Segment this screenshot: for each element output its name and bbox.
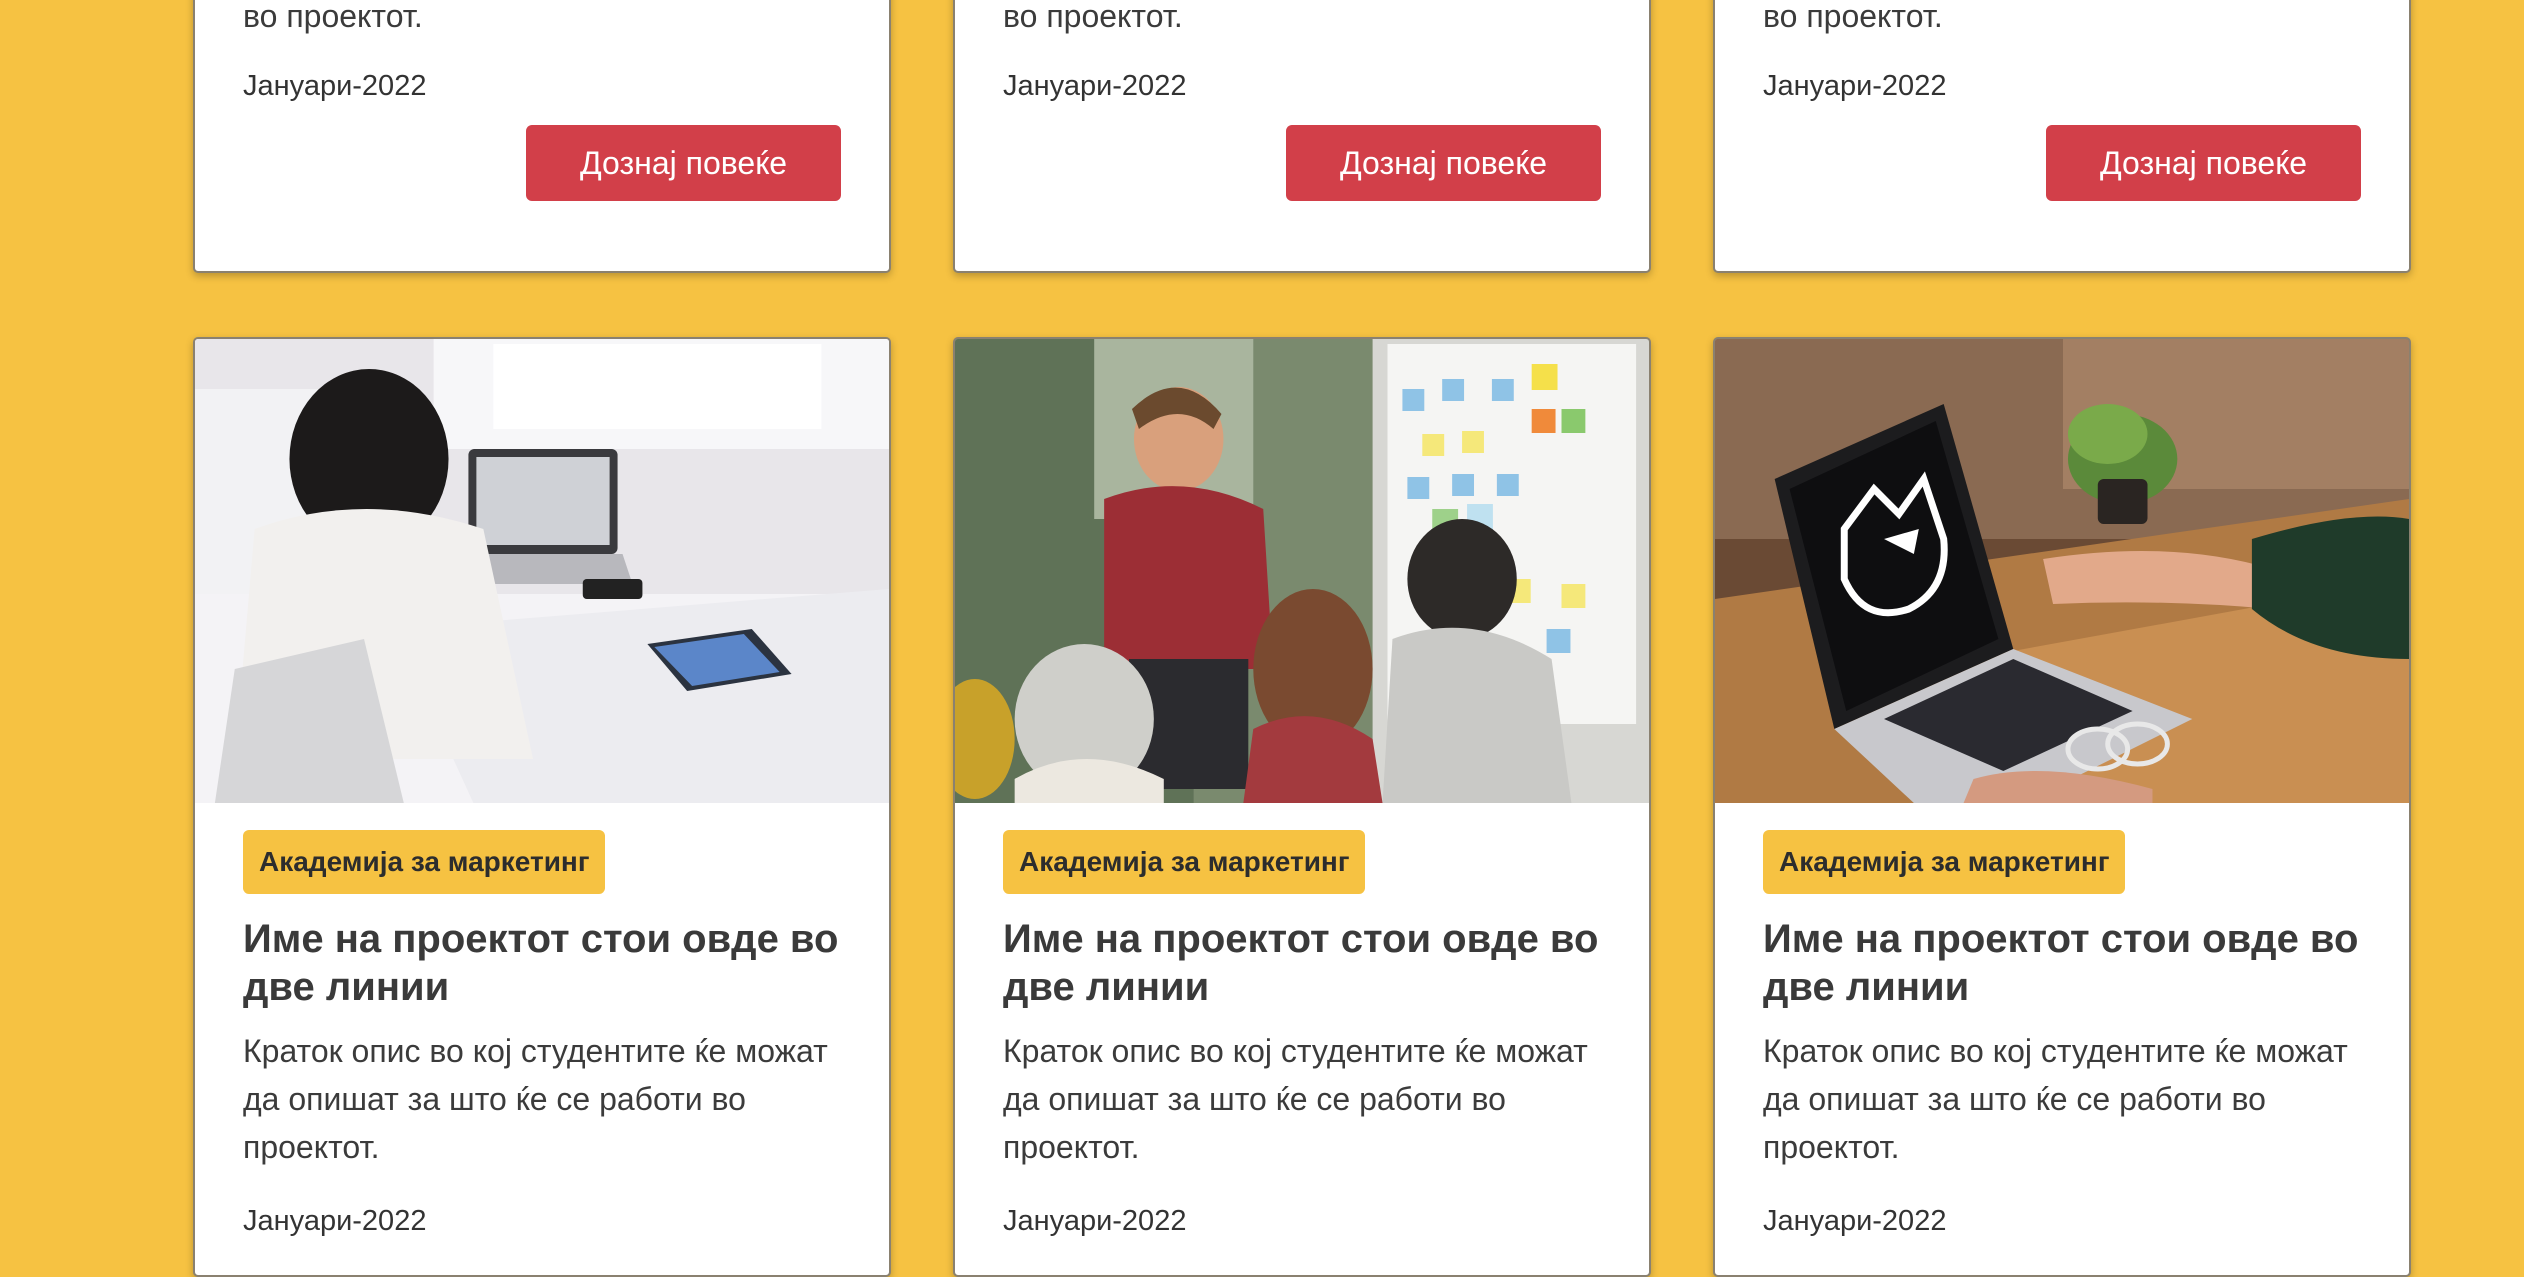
card-date: Јануари-2022 [1003, 70, 1187, 102]
project-card: Академија за маркетинг Име на проектот с… [953, 337, 1651, 1277]
learn-more-button[interactable]: Дознај повеќе [1286, 125, 1601, 201]
card-description: во проектот. [1003, 0, 1183, 34]
card-description: Краток опис во кој студентите ќе можат д… [243, 1033, 828, 1165]
card-description: во проектот. [243, 0, 423, 34]
card-date: Јануари-2022 [243, 70, 427, 102]
card-description: во проектот. [1763, 0, 1943, 34]
category-badge: Академија за маркетинг [1763, 830, 2126, 894]
learn-more-button[interactable]: Дознај повеќе [2046, 125, 2361, 201]
card-title: Име на проектот стои овде во две линии [1763, 917, 2359, 1009]
category-badge: Академија за маркетинг [1003, 830, 1366, 894]
project-card-grid: во проектот. Јануари-2022 Дознај повеќе … [193, 0, 2415, 1277]
presenter-at-whiteboard-photo [955, 339, 1649, 803]
card-description: Краток опис во кој студентите ќе можат д… [1003, 1033, 1588, 1165]
card-date: Јануари-2022 [1763, 1205, 1947, 1237]
card-description: Краток опис во кој студентите ќе можат д… [1763, 1033, 2348, 1165]
project-card: Академија за маркетинг Име на проектот с… [1713, 337, 2411, 1277]
card-title: Име на проектот стои овде во две линии [243, 917, 839, 1009]
woman-at-laptop-photo [195, 339, 889, 803]
project-card: во проектот. Јануари-2022 Дознај повеќе [193, 0, 891, 273]
card-date: Јануари-2022 [1763, 70, 1947, 102]
card-date: Јануари-2022 [1003, 1205, 1187, 1237]
card-title: Име на проектот стои овде во две линии [1003, 917, 1599, 1009]
category-badge: Академија за маркетинг [243, 830, 606, 894]
learn-more-button[interactable]: Дознај повеќе [526, 125, 841, 201]
project-card: Академија за маркетинг Име на проектот с… [193, 337, 891, 1277]
card-date: Јануари-2022 [243, 1205, 427, 1237]
laptop-with-logo-photo [1715, 339, 2409, 803]
project-card: во проектот. Јануари-2022 Дознај повеќе [1713, 0, 2411, 273]
project-card: во проектот. Јануари-2022 Дознај повеќе [953, 0, 1651, 273]
